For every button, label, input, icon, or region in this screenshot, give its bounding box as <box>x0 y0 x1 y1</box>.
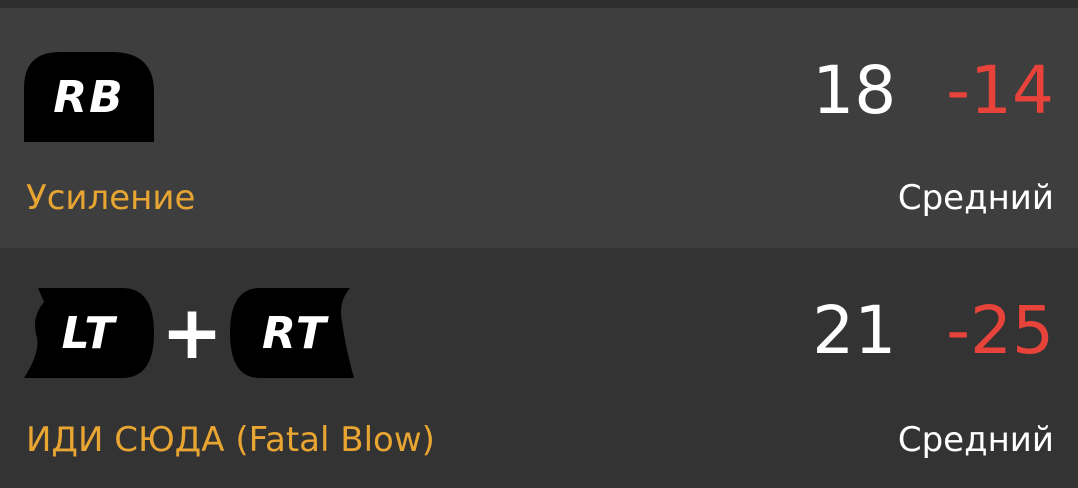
lt-button-icon: LT <box>24 288 154 378</box>
top-divider <box>0 0 1078 8</box>
rt-button-label: RT <box>262 307 328 359</box>
button-input: RB <box>24 52 154 142</box>
startup-frames: 18 <box>812 52 897 129</box>
rb-button-icon: RB <box>24 52 154 142</box>
rt-button-icon: RT <box>230 288 360 378</box>
lt-button-label: LT <box>61 307 117 359</box>
move-name: Усиление <box>26 178 196 218</box>
startup-frames: 21 <box>812 292 897 369</box>
advantage-frames: -14 <box>946 52 1054 129</box>
block-type: Средний <box>897 420 1054 460</box>
frame-data: 21 -25 <box>812 298 1054 364</box>
frame-data: 18 -14 <box>812 58 1054 124</box>
button-input: LT + RT <box>24 288 360 378</box>
combo-plus-icon: + <box>160 290 223 376</box>
move-name: ИДИ СЮДА (Fatal Blow) <box>26 420 435 460</box>
advantage-frames: -25 <box>946 292 1054 369</box>
rb-button-label: RB <box>53 71 125 123</box>
move-row-usilenie[interactable]: RB 18 -14 Усиление Средний <box>0 8 1078 248</box>
block-type: Средний <box>897 178 1054 218</box>
move-row-idi-syuda[interactable]: LT + RT 21 -25 ИДИ СЮДА (Fatal Blow) Сре… <box>0 248 1078 488</box>
